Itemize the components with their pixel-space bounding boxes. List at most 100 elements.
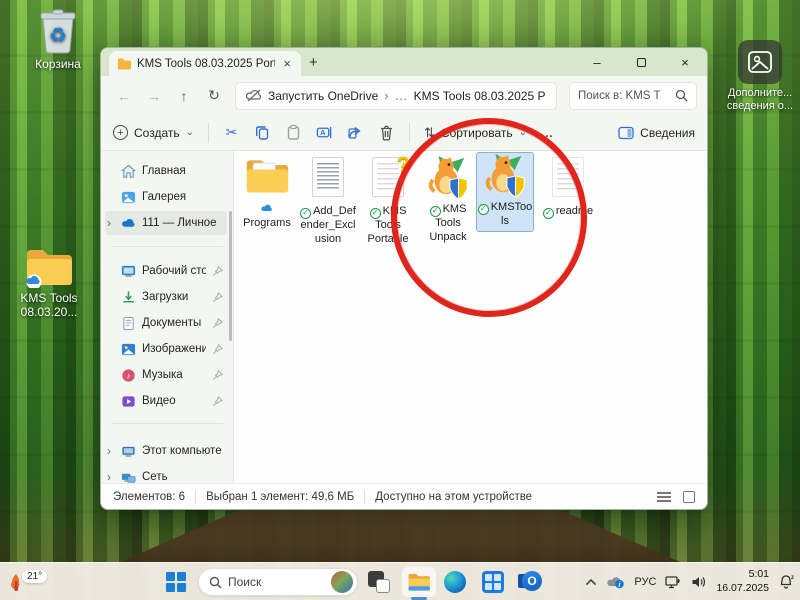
tray-time: 5:01	[716, 568, 769, 582]
desktop-folder-icon	[121, 264, 136, 279]
kms-dragon-icon	[482, 153, 528, 199]
taskbar-explorer-button[interactable]	[402, 567, 436, 597]
kms-dragon-icon	[425, 155, 471, 201]
sidebar-item-label: 111 — Личное	[142, 217, 223, 229]
maximize-button[interactable]	[619, 48, 663, 76]
chevron-right-icon[interactable]: ›	[107, 444, 111, 458]
chevron-down-icon: ⌄	[519, 127, 527, 138]
file-item-readme[interactable]: ✓readme	[538, 155, 598, 219]
taskbar-edge-button[interactable]	[444, 563, 466, 600]
sidebar-item-label: Документы	[142, 317, 206, 329]
spotlight-label-line1: Дополните...	[728, 87, 792, 100]
sidebar-item-home[interactable]: Главная	[105, 159, 227, 183]
file-item-kms-tools-portable[interactable]: ? ✓KMS Tools Portable	[358, 155, 418, 246]
sidebar-item-onedrive[interactable]: › 111 — Личное	[105, 211, 227, 235]
widgets-button[interactable]: 21°	[8, 563, 47, 600]
file-list: Programs ✓Add_Defender_Exclusion ? ✓KMS …	[234, 151, 707, 483]
sort-button[interactable]: ⇅ Сортировать ⌄	[424, 125, 527, 141]
text-file-icon	[552, 157, 584, 197]
breadcrumb-onedrive[interactable]: Запустить OneDrive	[268, 89, 378, 103]
sidebar-separator	[111, 423, 223, 424]
up-button[interactable]: ↑	[171, 83, 197, 109]
sidebar-item-gallery[interactable]: Галерея	[105, 185, 227, 209]
chevron-right-icon[interactable]: ›	[107, 470, 111, 484]
delete-icon[interactable]	[378, 124, 395, 141]
address-bar: ← → ↑ ↻ Запустить OneDrive › … KMS Tools…	[101, 76, 707, 115]
command-bar: + Создать ⌄ ✂ A ⇅ С	[101, 115, 707, 151]
chevron-right-icon[interactable]: ›	[107, 216, 111, 230]
large-icons-view-button[interactable]	[683, 491, 695, 503]
sidebar-item-videos[interactable]: Видео	[105, 389, 227, 413]
onedrive-icon	[121, 216, 136, 231]
start-button[interactable]	[166, 563, 186, 600]
details-pane-button[interactable]: Сведения	[618, 126, 695, 140]
desktop-icon-spotlight[interactable]: Дополните... сведения о...	[722, 40, 798, 113]
file-item-programs[interactable]: Programs	[237, 155, 297, 231]
windows-logo-icon	[166, 572, 186, 592]
details-view-button[interactable]	[657, 492, 671, 502]
language-indicator[interactable]: РУС	[634, 576, 656, 588]
desktop-icon-kms-folder[interactable]: KMS Tools 08.03.20...	[8, 246, 90, 320]
sidebar-item-label: Музыка	[142, 369, 206, 381]
refresh-button[interactable]: ↻	[201, 83, 227, 109]
tab-bar: KMS Tools 08.03.2025 Portable × + – ×	[101, 48, 707, 76]
search-input[interactable]: Поиск в: KMS T	[569, 82, 697, 110]
file-item-kms-tools-unpack[interactable]: ✓KMS Tools Unpack	[418, 155, 478, 244]
sidebar-item-this-pc[interactable]: › Этот компьюте	[105, 439, 227, 463]
plus-icon: +	[113, 125, 128, 140]
sidebar-item-downloads[interactable]: Загрузки	[105, 285, 227, 309]
minimize-button[interactable]: –	[575, 48, 619, 76]
create-button[interactable]: + Создать ⌄	[113, 125, 194, 140]
breadcrumb-current[interactable]: KMS Tools 08.03.2025 P	[414, 89, 546, 103]
chevron-down-icon: ⌄	[186, 127, 194, 138]
sidebar-scrollbar[interactable]	[229, 211, 232, 341]
sort-label: Сортировать	[441, 126, 513, 140]
breadcrumb[interactable]: Запустить OneDrive › … KMS Tools 08.03.2…	[235, 82, 557, 110]
desktop-icon-recycle-bin[interactable]: ♻ Корзина	[18, 8, 98, 71]
pin-icon	[212, 266, 223, 277]
breadcrumb-ellipsis[interactable]: …	[395, 88, 408, 103]
svg-text:♻: ♻	[49, 25, 67, 47]
tab-folder-icon	[117, 58, 131, 70]
taskbar-store-button[interactable]	[482, 563, 504, 600]
more-options-button[interactable]: …	[541, 126, 554, 140]
create-label: Создать	[134, 126, 180, 140]
sync-ok-icon: ✓	[430, 206, 441, 217]
tab-close-icon[interactable]: ×	[281, 56, 293, 71]
picture-icon	[747, 49, 773, 75]
explorer-tab[interactable]: KMS Tools 08.03.2025 Portable ×	[109, 51, 301, 76]
forward-button[interactable]: →	[141, 83, 167, 109]
volume-icon[interactable]	[691, 575, 707, 589]
details-pane-icon	[618, 126, 634, 140]
back-button[interactable]: ←	[111, 83, 137, 109]
document-icon	[121, 316, 136, 331]
file-item-add-defender-exclusion[interactable]: ✓Add_Defender_Exclusion	[298, 155, 358, 246]
sidebar-item-documents[interactable]: Документы	[105, 311, 227, 335]
folder-icon	[244, 155, 290, 197]
file-label: Programs	[237, 203, 297, 231]
task-view-button[interactable]	[366, 563, 392, 600]
status-selection: Выбран 1 элемент: 49,6 МБ	[206, 491, 354, 503]
file-item-kmstools-selected[interactable]: ✓KMSTools	[477, 153, 533, 231]
rename-icon[interactable]: A	[316, 124, 333, 141]
taskbar-outlook-button[interactable]: O	[518, 563, 542, 600]
network-tray-icon[interactable]	[665, 575, 682, 590]
paste-icon[interactable]	[285, 124, 302, 141]
store-icon	[482, 571, 504, 593]
toolbar-divider	[409, 123, 410, 143]
sidebar-item-pictures[interactable]: Изображени	[105, 337, 227, 361]
search-icon	[209, 576, 222, 589]
onedrive-tray-icon[interactable]: i	[606, 575, 625, 589]
cut-icon[interactable]: ✂	[223, 124, 240, 141]
file-label: ✓Add_Defender_Exclusion	[298, 205, 358, 246]
tray-chevron-up-icon[interactable]	[585, 578, 597, 586]
notifications-bell-icon[interactable]: z	[778, 574, 794, 590]
close-button[interactable]: ×	[663, 48, 707, 76]
copy-icon[interactable]	[254, 124, 271, 141]
sidebar-item-music[interactable]: ♪ Музыка	[105, 363, 227, 387]
taskbar-search[interactable]: Поиск	[198, 568, 358, 596]
share-icon[interactable]	[347, 124, 364, 141]
tray-clock[interactable]: 5:01 16.07.2025	[716, 568, 769, 595]
sidebar-item-desktop[interactable]: Рабочий сто	[105, 259, 227, 283]
new-tab-button[interactable]: +	[309, 54, 318, 71]
